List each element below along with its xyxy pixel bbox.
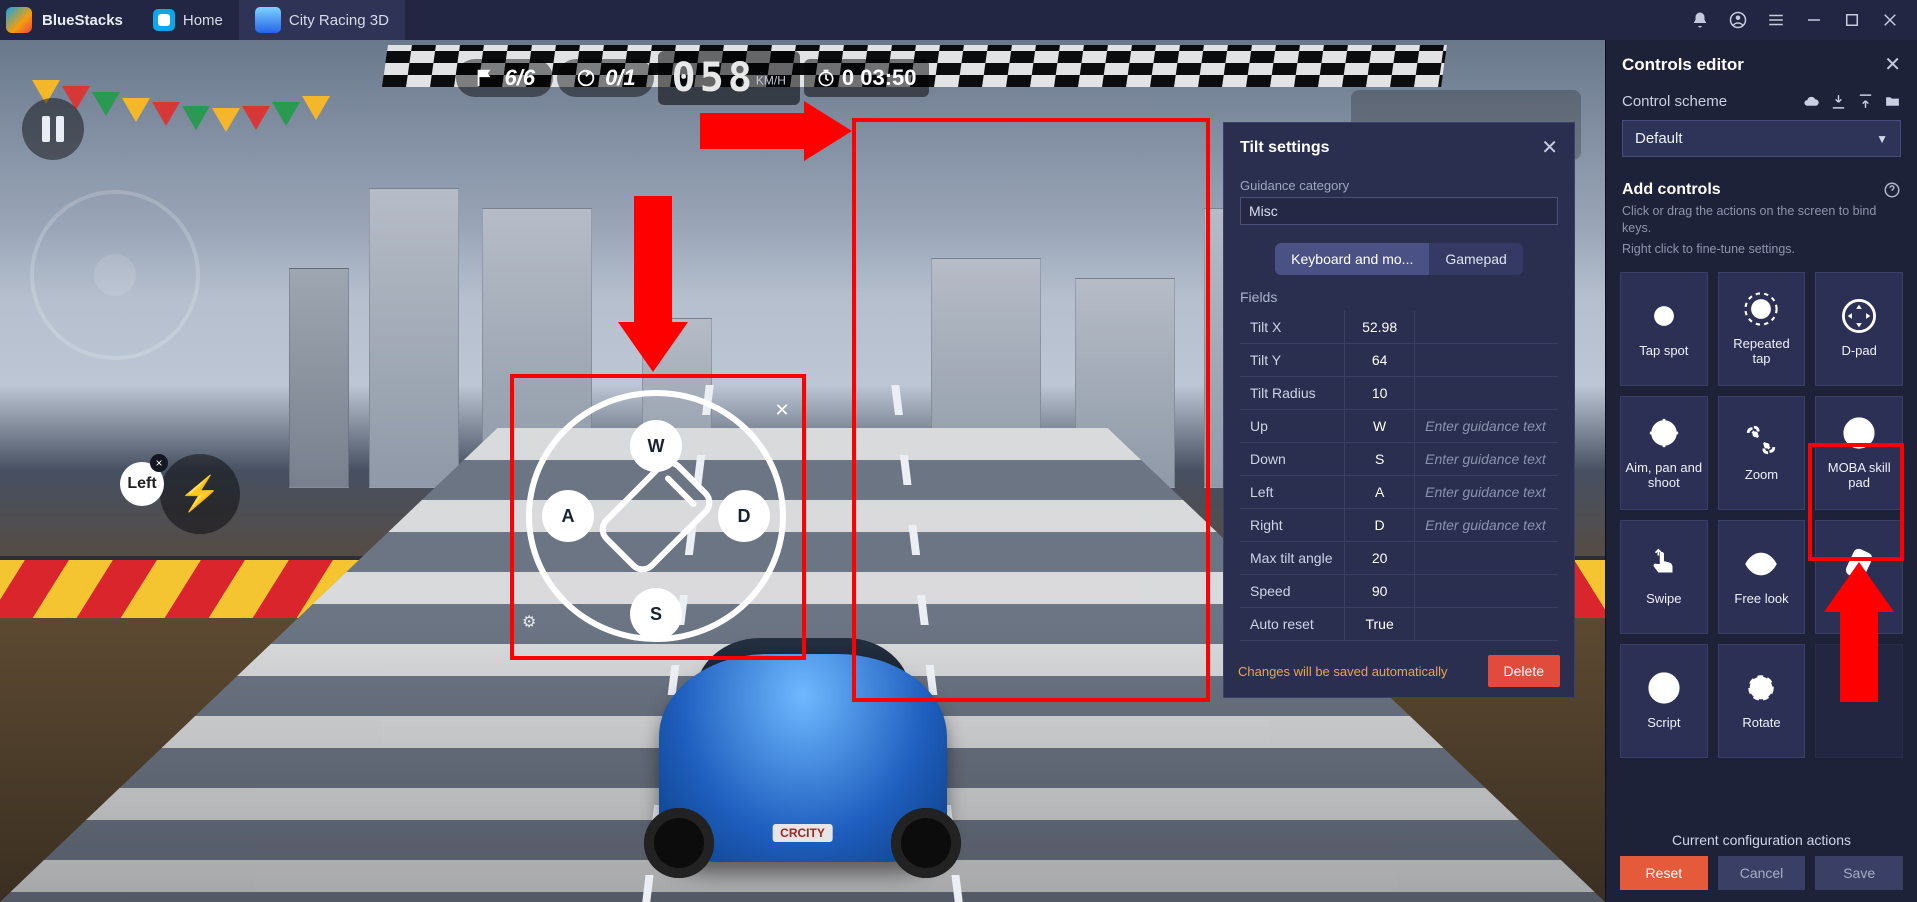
close-icon[interactable]: ✕ [1541, 135, 1558, 160]
fields-table: Tilt X52.98 Tilt Y64 Tilt Radius10 UpWEn… [1240, 311, 1558, 641]
script-icon [1647, 671, 1681, 705]
bluestacks-logo-icon [6, 7, 32, 33]
delete-button[interactable]: Delete [1488, 655, 1560, 687]
annotation-arrow-down [618, 196, 688, 376]
tilt-control-overlay[interactable]: W A S D ✕ ⚙ [512, 376, 800, 656]
window-controls [1691, 11, 1911, 29]
tab-game-label: City Racing 3D [289, 12, 389, 29]
close-icon[interactable]: ✕ [1884, 52, 1901, 77]
panel-title: Tilt settings [1240, 139, 1330, 157]
row-tilt-y[interactable]: Tilt Y64 [1240, 344, 1558, 377]
card-moba-skill[interactable]: MOBA skill pad [1815, 396, 1903, 510]
cloud-sync-icon[interactable] [1803, 93, 1820, 110]
reset-button[interactable]: Reset [1620, 856, 1708, 890]
tilt-key-down[interactable]: S [630, 588, 682, 640]
license-plate: CRCITY [772, 824, 833, 842]
add-controls-heading: Add controls [1622, 181, 1721, 199]
moba-icon [1842, 416, 1876, 450]
export-icon[interactable] [1857, 93, 1874, 110]
bolt-icon [160, 454, 240, 534]
scheme-selected: Default [1635, 130, 1683, 147]
swipe-icon [1647, 547, 1681, 581]
tab-game[interactable]: City Racing 3D [239, 0, 405, 40]
card-rotate[interactable]: Rotate [1718, 644, 1806, 758]
card-zoom[interactable]: Zoom [1718, 396, 1806, 510]
input-mode-segmented: Keyboard and mo... Gamepad [1275, 243, 1523, 275]
close-icon[interactable]: ✕ [770, 398, 794, 422]
pause-button[interactable] [22, 98, 84, 160]
brand-name: BlueStacks [42, 12, 123, 29]
minimize-icon[interactable] [1805, 11, 1823, 29]
title-bar: BlueStacks Home City Racing 3D [0, 0, 1917, 40]
row-right[interactable]: RightDEnter guidance text [1240, 509, 1558, 542]
guidance-category-input[interactable] [1240, 197, 1558, 225]
controls-editor-sidebar: Controls editor ✕ Control scheme Default… [1605, 40, 1917, 902]
tilt-key-left[interactable]: A [542, 490, 594, 542]
card-swipe[interactable]: Swipe [1620, 520, 1708, 634]
seg-gamepad[interactable]: Gamepad [1429, 243, 1522, 275]
checkered-banner [382, 45, 1447, 87]
card-free-look[interactable]: Free look [1718, 520, 1806, 634]
guidance-category-label: Guidance category [1240, 178, 1558, 193]
cancel-button[interactable]: Cancel [1718, 856, 1806, 890]
game-icon [255, 7, 281, 33]
folder-icon[interactable] [1884, 93, 1901, 110]
bunting-flags [32, 76, 481, 136]
eye-icon [1744, 547, 1778, 581]
save-button[interactable]: Save [1815, 856, 1903, 890]
tilt-key-up[interactable]: W [630, 420, 682, 472]
card-dpad[interactable]: D-pad [1815, 272, 1903, 386]
config-actions-heading: Current configuration actions [1620, 832, 1903, 848]
row-left[interactable]: LeftAEnter guidance text [1240, 476, 1558, 509]
card-script[interactable]: Script [1620, 644, 1708, 758]
gear-icon[interactable]: ⚙ [522, 612, 536, 632]
seg-keyboard[interactable]: Keyboard and mo... [1275, 243, 1429, 275]
card-aim-pan-shoot[interactable]: Aim, pan and shoot [1620, 396, 1708, 510]
row-down[interactable]: DownSEnter guidance text [1240, 443, 1558, 476]
account-icon[interactable] [1729, 11, 1747, 29]
row-tilt-radius[interactable]: Tilt Radius10 [1240, 377, 1558, 410]
sidebar-title: Controls editor [1622, 55, 1744, 75]
card-tap-spot[interactable]: Tap spot [1620, 272, 1708, 386]
zoom-icon [1744, 423, 1778, 457]
dpad-icon [1842, 299, 1876, 333]
tab-home-label: Home [183, 12, 223, 29]
close-window-icon[interactable] [1881, 11, 1899, 29]
annotation-arrow-up [1824, 562, 1894, 702]
row-up[interactable]: UpWEnter guidance text [1240, 410, 1558, 443]
menu-icon[interactable] [1767, 11, 1785, 29]
scheme-label: Control scheme [1622, 93, 1727, 110]
fields-heading: Fields [1240, 289, 1558, 305]
row-tilt-x[interactable]: Tilt X52.98 [1240, 311, 1558, 344]
help-text-1: Click or drag the actions on the screen … [1622, 203, 1901, 237]
card-repeated-tap[interactable]: Repeated tap [1718, 272, 1806, 386]
game-viewport[interactable]: CRCITY 6/6 0/1 058KM/H 0 03:50 Lef [0, 40, 1605, 902]
tilt-key-right[interactable]: D [718, 490, 770, 542]
tab-home[interactable]: Home [137, 0, 239, 40]
tap-spot-icon [1647, 299, 1681, 333]
virtual-joystick[interactable] [30, 190, 200, 360]
autosave-note: Changes will be saved automatically [1238, 664, 1448, 679]
scheme-select[interactable]: Default ▼ [1622, 120, 1901, 157]
row-speed[interactable]: Speed90 [1240, 575, 1558, 608]
chevron-down-icon: ▼ [1876, 132, 1888, 146]
row-auto-reset[interactable]: Auto resetTrue [1240, 608, 1558, 641]
home-icon [153, 9, 175, 31]
repeated-tap-icon [1744, 292, 1778, 326]
tilt-settings-panel: Tilt settings ✕ Guidance category Keyboa… [1223, 122, 1575, 698]
nitro-control[interactable]: Left × [120, 456, 230, 532]
bell-icon[interactable] [1691, 11, 1709, 29]
rotate-icon [1744, 671, 1778, 705]
row-max-angle[interactable]: Max tilt angle20 [1240, 542, 1558, 575]
remove-key-icon[interactable]: × [150, 454, 168, 472]
annotation-arrow-right [700, 101, 860, 159]
crosshair-icon [1647, 416, 1681, 450]
maximize-icon[interactable] [1843, 11, 1861, 29]
import-icon[interactable] [1830, 93, 1847, 110]
help-icon[interactable] [1883, 181, 1901, 199]
help-text-2: Right click to fine-tune settings. [1622, 241, 1901, 258]
